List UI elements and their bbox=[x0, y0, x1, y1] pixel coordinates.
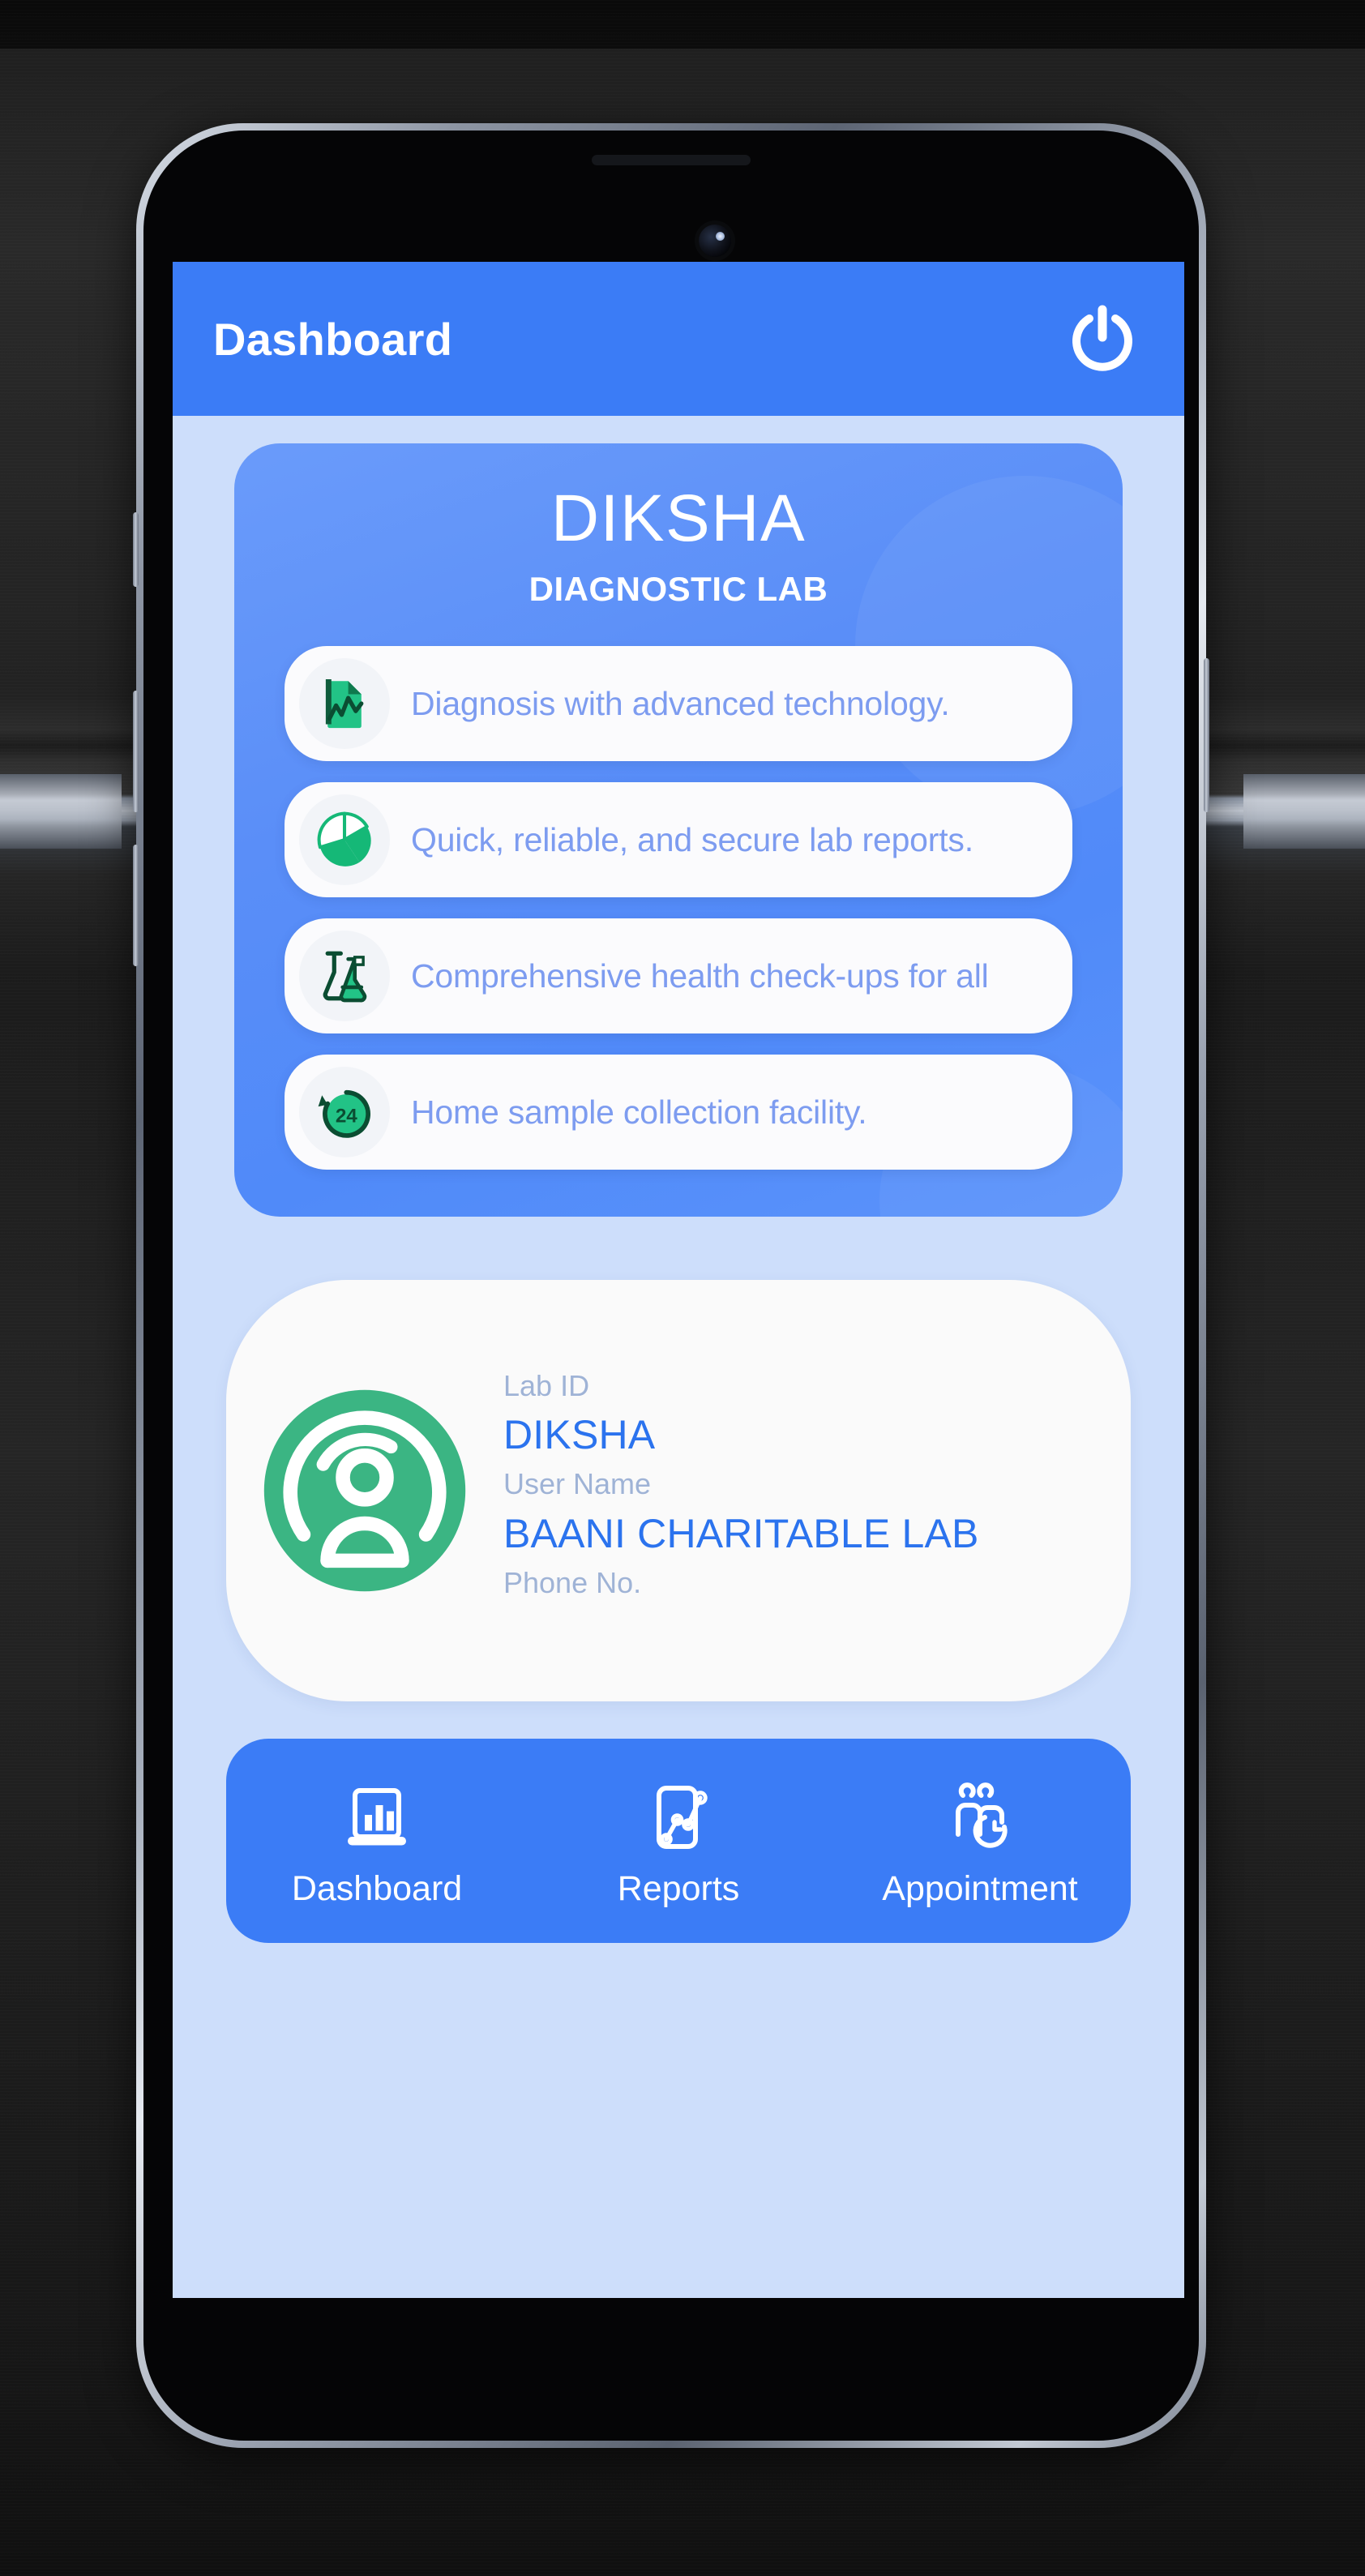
phone-power-side-button[interactable] bbox=[1204, 658, 1209, 812]
nav-item-dashboard[interactable]: Dashboard bbox=[255, 1774, 499, 1909]
dashboard-chart-icon bbox=[338, 1774, 416, 1861]
phone-mute-button[interactable] bbox=[133, 512, 139, 587]
field-value-user-name: BAANI CHARITABLE LAB bbox=[503, 1510, 979, 1556]
bottom-navigation-bar: Dashboard Reports Appointment bbox=[226, 1739, 1131, 1943]
field-label-lab-id: Lab ID bbox=[503, 1368, 590, 1402]
nav-label-appointment: Appointment bbox=[882, 1868, 1078, 1908]
feature-item[interactable]: Comprehensive health check-ups for all bbox=[285, 918, 1072, 1033]
feature-list: Diagnosis with advanced technology. Quic… bbox=[234, 646, 1123, 1170]
page-title: Dashboard bbox=[213, 313, 453, 365]
nav-item-appointment[interactable]: Appointment bbox=[858, 1774, 1102, 1909]
feature-item[interactable]: Quick, reliable, and secure lab reports. bbox=[285, 782, 1072, 897]
field-label-phone-no: Phone No. bbox=[503, 1566, 642, 1600]
phone-volume-down-button[interactable] bbox=[133, 845, 139, 966]
nav-label-reports: Reports bbox=[617, 1868, 740, 1908]
report-document-icon bbox=[299, 658, 390, 749]
phone-bezel: Dashboard DIKSHA DIAGNOSTIC LAB Diagnosi… bbox=[143, 131, 1199, 2441]
brand-name: DIKSHA bbox=[550, 481, 807, 555]
feature-label: Home sample collection facility. bbox=[411, 1093, 867, 1131]
scene-backdrop: Dashboard DIKSHA DIAGNOSTIC LAB Diagnosi… bbox=[0, 0, 1365, 2576]
brand-subtitle: DIAGNOSTIC LAB bbox=[528, 570, 828, 608]
field-value-lab-id: DIKSHA bbox=[503, 1411, 656, 1457]
phone-volume-up-button[interactable] bbox=[133, 691, 139, 812]
phone-earpiece-speaker bbox=[592, 155, 751, 165]
reports-graph-icon bbox=[640, 1774, 717, 1861]
nav-label-dashboard: Dashboard bbox=[291, 1868, 463, 1908]
app-bar: Dashboard bbox=[173, 262, 1184, 416]
feature-item[interactable]: Diagnosis with advanced technology. bbox=[285, 646, 1072, 761]
power-icon[interactable] bbox=[1058, 294, 1147, 383]
appointment-people-icon bbox=[941, 1774, 1019, 1861]
feature-item[interactable]: 24 Home sample collection facility. bbox=[285, 1055, 1072, 1170]
feature-label: Comprehensive health check-ups for all bbox=[411, 956, 989, 995]
pie-chart-icon bbox=[299, 794, 390, 885]
brand-hero-card: DIKSHA DIAGNOSTIC LAB Diagnosis with adv… bbox=[234, 443, 1123, 1217]
front-camera-icon bbox=[699, 225, 731, 257]
nav-item-reports[interactable]: Reports bbox=[557, 1774, 800, 1909]
lab-flask-icon bbox=[299, 931, 390, 1021]
twenty-four-hour-icon: 24 bbox=[299, 1067, 390, 1157]
app-content: DIKSHA DIAGNOSTIC LAB Diagnosis with adv… bbox=[173, 416, 1184, 2298]
svg-text:24: 24 bbox=[336, 1106, 357, 1128]
backdrop-band-right bbox=[1243, 774, 1365, 849]
user-avatar-icon bbox=[255, 1381, 474, 1600]
field-label-user-name: User Name bbox=[503, 1467, 652, 1501]
backdrop-band-left bbox=[0, 774, 122, 849]
profile-card: Lab ID DIKSHA User Name BAANI CHARITABLE… bbox=[226, 1280, 1131, 1701]
phone-device-frame: Dashboard DIKSHA DIAGNOSTIC LAB Diagnosi… bbox=[133, 123, 1209, 2448]
field-value-phone-no bbox=[503, 1607, 979, 1610]
app-screen: Dashboard DIKSHA DIAGNOSTIC LAB Diagnosi… bbox=[173, 262, 1184, 2298]
profile-fields: Lab ID DIKSHA User Name BAANI CHARITABLE… bbox=[503, 1365, 979, 1616]
feature-label: Diagnosis with advanced technology. bbox=[411, 684, 950, 722]
feature-label: Quick, reliable, and secure lab reports. bbox=[411, 820, 973, 858]
